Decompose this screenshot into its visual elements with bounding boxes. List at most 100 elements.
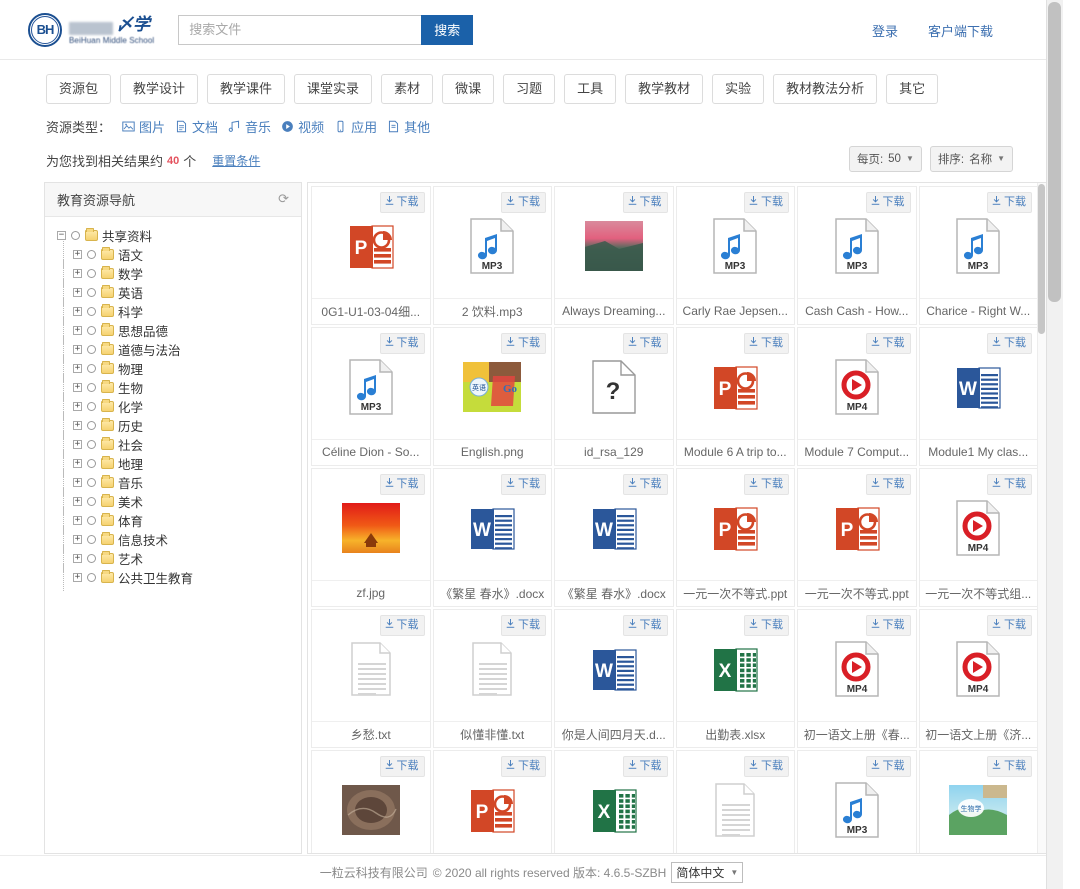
file-card[interactable]: 下载 W Module1 My clas... — [918, 326, 1038, 466]
category-tab-2[interactable]: 教学课件 — [207, 74, 286, 104]
tree-radio[interactable] — [87, 477, 96, 487]
tree-radio[interactable] — [71, 230, 80, 240]
grid-scroll-thumb[interactable] — [1038, 183, 1045, 334]
tree-node-社会[interactable]: + 社会 — [57, 430, 301, 458]
sort-select[interactable]: 排序: 名称 ▼ — [929, 145, 1013, 172]
download-button[interactable]: 下载 — [379, 755, 425, 777]
download-button[interactable]: 下载 — [379, 614, 425, 636]
download-button[interactable]: 下载 — [622, 473, 668, 495]
expand-toggle-icon[interactable]: + — [73, 363, 82, 373]
download-button[interactable]: 下载 — [987, 755, 1032, 777]
download-button[interactable]: 下载 — [987, 332, 1032, 354]
tree-radio[interactable] — [87, 496, 96, 506]
download-button[interactable]: 下载 — [987, 614, 1032, 636]
type-filter-音乐[interactable]: 音乐 — [228, 117, 271, 136]
file-card[interactable]: 下载 P 0G1-U1-03-04细... — [311, 185, 431, 325]
file-card[interactable]: 下载 zf.jpg — [311, 467, 431, 607]
file-card[interactable]: 下载 W 你是人间四月天.d... — [554, 608, 674, 748]
tree-node-语文[interactable]: + 语文 — [57, 240, 301, 268]
search-input[interactable] — [178, 14, 422, 45]
expand-toggle-icon[interactable]: + — [73, 553, 82, 563]
category-tab-10[interactable]: 教材教法分析 — [773, 74, 878, 104]
file-card[interactable]: 下载 W 《繁星 春水》.docx — [432, 467, 552, 607]
expand-toggle-icon[interactable]: + — [73, 439, 82, 449]
file-card[interactable]: 下载 乡愁.txt — [311, 608, 431, 748]
download-button[interactable]: 下载 — [622, 191, 668, 213]
tree-node-信息技术[interactable]: + 信息技术 — [57, 525, 301, 553]
download-button[interactable]: 下载 — [379, 191, 425, 213]
refresh-icon[interactable]: ⟳ — [278, 191, 289, 207]
tree-node-道德与法治[interactable]: + 道德与法治 — [57, 335, 301, 363]
tree-node-地理[interactable]: + 地理 — [57, 449, 301, 477]
grid-scrollbar[interactable] — [1037, 182, 1046, 853]
tree-radio[interactable] — [87, 439, 96, 449]
file-card[interactable]: 下载 W 《繁星 春水》.docx — [554, 467, 674, 607]
tree-radio[interactable] — [87, 249, 96, 259]
download-button[interactable]: 下载 — [744, 755, 789, 777]
tree-node-美术[interactable]: + 美术 — [57, 487, 301, 515]
category-tab-3[interactable]: 课堂实录 — [294, 74, 373, 104]
tree-radio[interactable] — [87, 382, 96, 392]
file-card[interactable]: 下载 MP3 Charice - Right W... — [918, 185, 1038, 325]
expand-toggle-icon[interactable]: + — [73, 515, 82, 525]
tree-radio[interactable] — [87, 268, 96, 278]
type-filter-图片[interactable]: 图片 — [122, 117, 165, 136]
expand-toggle-icon[interactable]: + — [73, 458, 82, 468]
tree-node-数学[interactable]: + 数学 — [57, 259, 301, 287]
tree-node-root[interactable]: − 共享资料 — [57, 226, 301, 245]
download-button[interactable]: 下载 — [987, 473, 1032, 495]
tree-node-化学[interactable]: + 化学 — [57, 392, 301, 420]
tree-radio[interactable] — [87, 287, 96, 297]
download-button[interactable]: 下载 — [501, 755, 546, 777]
file-card[interactable]: 下载 MP4 Module 7 Comput... — [797, 326, 917, 466]
site-logo[interactable]: BH 〆学 BeiHuan Middle School — [28, 12, 154, 47]
collapse-toggle-icon[interactable]: − — [57, 230, 66, 240]
file-card[interactable]: 下载生物学生物.png — [918, 749, 1038, 853]
download-button[interactable]: 下载 — [622, 614, 668, 636]
tree-radio[interactable] — [87, 420, 96, 430]
download-button[interactable]: 下载 — [379, 332, 425, 354]
download-button[interactable]: 下载 — [622, 332, 668, 354]
file-card[interactable]: 下载? id_rsa_129 — [554, 326, 674, 466]
category-tab-4[interactable]: 素材 — [381, 74, 434, 104]
file-card[interactable]: 下载醉翁.png — [311, 749, 431, 853]
tree-node-公共卫生教育[interactable]: + 公共卫生教育 — [57, 563, 301, 591]
tree-radio[interactable] — [87, 458, 96, 468]
tree-node-艺术[interactable]: + 艺术 — [57, 544, 301, 572]
expand-toggle-icon[interactable]: + — [73, 268, 82, 278]
download-button[interactable]: 下载 — [744, 191, 789, 213]
download-button[interactable]: 下载 — [744, 332, 789, 354]
type-filter-文档[interactable]: 文档 — [175, 117, 218, 136]
file-card[interactable]: 下载 似懂非懂.txt — [432, 608, 552, 748]
file-card[interactable]: 下载 MP4 初一语文上册《济... — [918, 608, 1038, 748]
file-card[interactable]: 下载 Always Dreaming... — [554, 185, 674, 325]
tree-radio[interactable] — [87, 306, 96, 316]
category-tab-8[interactable]: 教学教材 — [625, 74, 704, 104]
category-tab-6[interactable]: 习题 — [503, 74, 556, 104]
file-card[interactable]: 下载 MP3 Carly Rae Jepsen... — [675, 185, 795, 325]
type-filter-其他[interactable]: 其他 — [387, 117, 430, 136]
expand-toggle-icon[interactable]: + — [73, 249, 82, 259]
download-button[interactable]: 下载 — [379, 473, 425, 495]
category-tab-9[interactable]: 实验 — [712, 74, 765, 104]
file-card[interactable]: 下载 MP4 一元一次不等式组... — [918, 467, 1038, 607]
login-link[interactable]: 登录 — [872, 21, 898, 40]
file-card[interactable]: 下载 P 一元一次不等式.ppt — [797, 467, 917, 607]
expand-toggle-icon[interactable]: + — [73, 420, 82, 430]
expand-toggle-icon[interactable]: + — [73, 496, 82, 506]
download-button[interactable]: 下载 — [622, 755, 668, 777]
category-tab-11[interactable]: 其它 — [886, 74, 939, 104]
tree-node-英语[interactable]: + 英语 — [57, 278, 301, 306]
tree-radio[interactable] — [87, 534, 96, 544]
expand-toggle-icon[interactable]: + — [73, 534, 82, 544]
expand-toggle-icon[interactable]: + — [73, 287, 82, 297]
file-card[interactable]: 下载P岳阳楼记.pptx — [432, 749, 552, 853]
type-filter-应用[interactable]: 应用 — [334, 117, 377, 136]
download-button[interactable]: 下载 — [987, 191, 1032, 213]
page-scroll-thumb[interactable] — [1048, 2, 1061, 302]
expand-toggle-icon[interactable]: + — [73, 382, 82, 392]
expand-toggle-icon[interactable]: + — [73, 306, 82, 316]
tree-radio[interactable] — [87, 401, 96, 411]
tree-node-思想品德[interactable]: + 思想品德 — [57, 316, 301, 344]
download-button[interactable]: 下载 — [865, 332, 911, 354]
